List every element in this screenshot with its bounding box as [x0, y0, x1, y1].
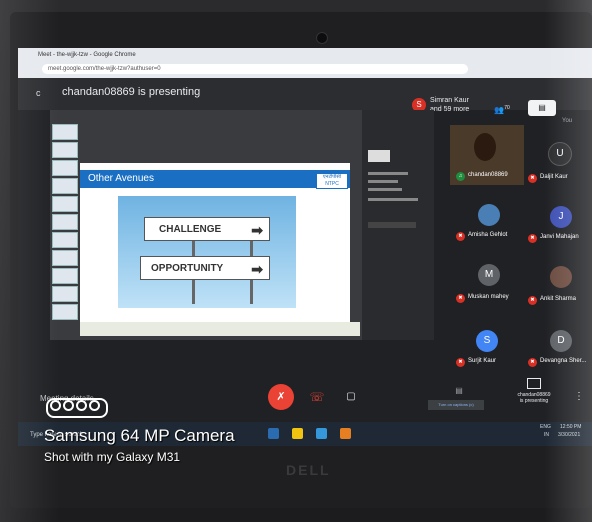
arrow-right-icon: ➡	[251, 261, 263, 277]
participant-avatar: S	[476, 330, 498, 352]
more-vertical-icon: ⋮	[574, 391, 584, 402]
photo-background: Meet - the-wjjk-tzw - Google Chrome meet…	[0, 0, 592, 522]
participant-avatar: M	[478, 264, 500, 286]
slide-ground	[80, 322, 360, 336]
meeting-code-icon: c	[36, 88, 41, 98]
opportunity-sign: OPPORTUNITY ➡	[140, 256, 270, 280]
presenting-status: chandan08869 is presenting	[62, 86, 201, 98]
slide-thumb[interactable]	[52, 124, 78, 140]
mic-off-icon: ✗	[276, 391, 286, 403]
camera-toggle-button[interactable]: ▢	[340, 386, 362, 408]
participant-name: Muskan mahey	[468, 294, 509, 300]
leave-call-button[interactable]: ☏	[306, 386, 328, 408]
participant-avatar: U	[548, 142, 572, 166]
participants-line1: Simran Kaur	[430, 97, 469, 104]
ntpc-logo: एनटीपीसी NTPC	[316, 173, 348, 189]
participant-face	[474, 133, 496, 161]
camera-lens-icon	[76, 400, 87, 411]
camera-lens-icon	[89, 400, 100, 411]
participant-name: Surjit Kaur	[468, 358, 497, 364]
camera-lens-icon	[63, 400, 74, 411]
present-screen-icon	[527, 378, 541, 389]
mic-off-icon: ✖	[528, 358, 537, 367]
people-icon: 👥	[494, 105, 505, 115]
slide-thumb[interactable]	[52, 286, 78, 302]
challenge-label: CHALLENGE	[159, 224, 222, 235]
webcam	[316, 32, 328, 44]
slide-thumb[interactable]	[52, 268, 78, 284]
challenge-sign: CHALLENGE ➡	[144, 217, 270, 241]
slide-thumb[interactable]	[52, 214, 78, 230]
mic-off-icon: ✖	[528, 296, 537, 305]
participant-avatar: D	[550, 330, 572, 352]
laptop-brand-logo: DELL	[286, 462, 331, 478]
participants-line2: and 59 more	[430, 106, 470, 113]
presenting-sub: is presenting	[519, 398, 549, 404]
camera-icon: ▢	[346, 391, 356, 402]
slide-thumb[interactable]	[52, 160, 78, 176]
mic-active-icon: ♫	[456, 172, 465, 181]
participant-avatar: J	[550, 206, 572, 228]
participant-name: Devangna Sher...	[540, 358, 587, 364]
mic-off-icon: ✖	[528, 234, 537, 243]
watermark-camera: Samsung 64 MP Camera	[44, 426, 235, 445]
panel-option	[368, 188, 402, 191]
captions-icon: ▤	[455, 386, 463, 395]
slide-thumbnails	[50, 118, 80, 338]
mic-off-icon: ✖	[456, 358, 465, 367]
panel-option	[368, 198, 418, 201]
participant-name: Janvi Mahajan	[540, 234, 579, 240]
clock-date: 3/30/2021	[558, 432, 581, 438]
slide-thumb[interactable]	[52, 250, 78, 266]
language-sub: IN	[544, 432, 549, 438]
participants-summary[interactable]: Simran Kaur and 59 more	[430, 96, 469, 114]
task-view-icon[interactable]	[268, 428, 279, 439]
chrome-icon[interactable]	[340, 428, 351, 439]
slide-thumb[interactable]	[52, 142, 78, 158]
slide-thumb[interactable]	[52, 232, 78, 248]
participant-avatar	[478, 204, 500, 226]
captions-toggle[interactable]: ▤	[452, 384, 466, 398]
more-options-button[interactable]: ⋮	[574, 390, 584, 404]
address-bar[interactable]: meet.google.com/the-wjjk-tzw?authuser=0	[42, 64, 468, 74]
chat-button[interactable]: ▤	[528, 100, 556, 116]
slide-thumb[interactable]	[52, 196, 78, 212]
participant-name: Amisha Gehlot	[468, 232, 508, 238]
opportunity-label: OPPORTUNITY	[151, 263, 224, 274]
chat-icon: ▤	[538, 103, 546, 112]
panel-preview	[368, 150, 390, 162]
participant-name: chandan08869	[468, 172, 508, 178]
people-count: 70	[504, 105, 510, 111]
store-icon[interactable]	[316, 428, 327, 439]
file-explorer-icon[interactable]	[292, 428, 303, 439]
mic-off-icon: ✖	[456, 232, 465, 241]
mic-off-icon: ✖	[456, 294, 465, 303]
panel-option	[368, 180, 398, 183]
people-button[interactable]: 👥70	[488, 100, 516, 116]
participant-name: Ankit Sharma	[540, 296, 577, 302]
slide-thumb[interactable]	[52, 178, 78, 194]
browser-tab-title[interactable]: Meet - the-wjjk-tzw - Google Chrome	[38, 52, 136, 58]
presenting-indicator[interactable]: chandan08869 is presenting	[506, 378, 562, 412]
phone-hangup-icon: ☏	[309, 390, 325, 404]
mic-toggle-button[interactable]: ✗	[268, 384, 294, 410]
panel-button	[368, 222, 416, 228]
panel-option	[368, 172, 408, 175]
captions-tooltip: Turn on captions (c)	[428, 400, 484, 410]
arrow-right-icon: ➡	[251, 222, 263, 238]
mic-off-icon: ✖	[528, 174, 537, 183]
camera-lens-icon	[50, 400, 61, 411]
participant-avatar	[550, 266, 572, 288]
slide-thumb[interactable]	[52, 304, 78, 320]
watermark-device: Shot with my Galaxy M31	[44, 450, 181, 464]
slide-title: Other Avenues	[88, 173, 154, 184]
language-indicator[interactable]: ENG	[540, 424, 551, 430]
you-label: You	[562, 118, 573, 124]
slide-image-sky	[118, 196, 296, 308]
participant-name: Daljit Kaur	[540, 174, 568, 180]
clock-time[interactable]: 12:50 PM	[560, 424, 581, 430]
